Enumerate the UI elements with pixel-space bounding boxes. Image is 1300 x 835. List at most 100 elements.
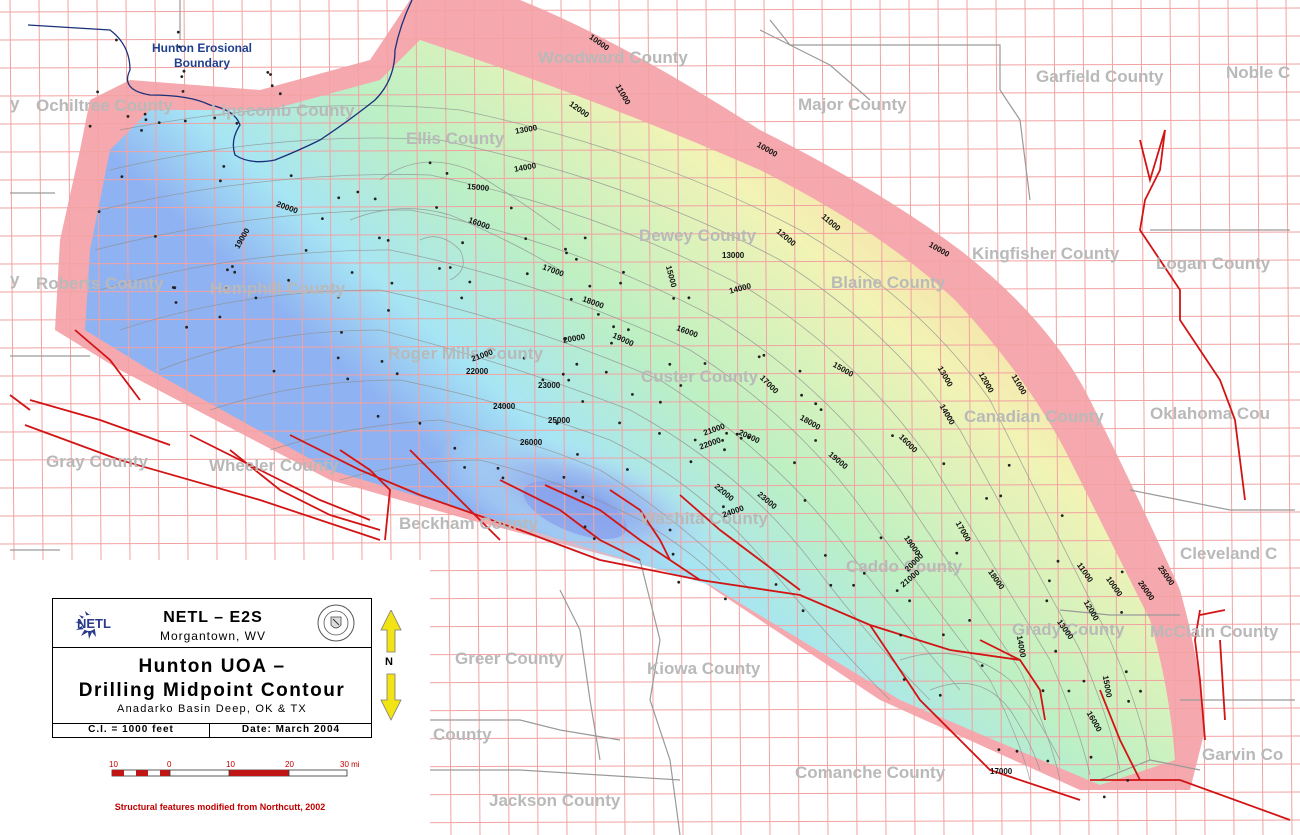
well-dot xyxy=(619,281,622,285)
well-dot xyxy=(942,462,946,466)
well-dot xyxy=(689,460,693,464)
well-dot xyxy=(219,179,222,183)
county-label: Kiowa County xyxy=(647,659,761,678)
well-dot xyxy=(1048,579,1051,583)
grid-line xyxy=(0,7,1300,13)
well-dot xyxy=(576,453,579,456)
well-dot xyxy=(622,270,625,274)
contour-label: 22000 xyxy=(466,367,489,376)
well-dot xyxy=(762,353,766,357)
contour-label: 13000 xyxy=(722,251,745,260)
county-label: Cleveland C xyxy=(1180,544,1278,563)
well-dot xyxy=(428,161,432,165)
well-dot xyxy=(120,175,124,179)
contour-label: 23000 xyxy=(538,381,561,390)
county-label: Custer County xyxy=(641,367,759,386)
well-dot xyxy=(501,476,505,480)
well-dot xyxy=(1127,699,1130,703)
map-title-line1: Hunton UOA – xyxy=(138,656,286,677)
county-label: Jackson County xyxy=(489,791,621,810)
well-dot xyxy=(272,369,276,373)
well-dot xyxy=(387,309,390,312)
well-dot xyxy=(226,268,229,272)
well-dot xyxy=(1054,649,1058,653)
erosional-boundary-label: Hunton Erosional Boundary xyxy=(152,41,252,70)
well-dot xyxy=(218,315,222,319)
well-dot xyxy=(604,370,608,374)
county-label: Canadian County xyxy=(964,407,1104,426)
well-dot xyxy=(356,190,360,194)
well-dot xyxy=(891,434,894,437)
well-dot xyxy=(693,438,697,442)
well-dot xyxy=(97,210,101,214)
well-dot xyxy=(346,377,350,381)
legend-footer: C.I. = 1000 feet Date: March 2004 xyxy=(53,723,371,738)
legend-header: NETL NETL – E2S Morgantown, WV xyxy=(53,599,371,648)
well-dot xyxy=(1120,611,1123,614)
well-dot xyxy=(803,499,807,502)
well-dot xyxy=(968,619,971,622)
well-dot xyxy=(144,118,148,122)
well-dot xyxy=(658,432,661,435)
grid-line xyxy=(1285,0,1293,835)
map-date: Date: March 2004 xyxy=(241,724,341,735)
well-dot xyxy=(677,580,681,584)
org-name: NETL – E2S xyxy=(163,609,263,626)
well-dot xyxy=(1139,689,1142,693)
well-dot xyxy=(1089,755,1093,759)
county-label: County xyxy=(433,725,492,744)
well-dot xyxy=(185,325,189,329)
well-dot xyxy=(115,38,118,42)
well-dot xyxy=(289,174,293,178)
svg-text:NETL: NETL xyxy=(77,616,111,631)
well-dot xyxy=(270,84,274,88)
county-label: Gray County xyxy=(46,452,149,471)
well-dot xyxy=(463,466,466,469)
well-dot xyxy=(373,197,377,201)
well-dot xyxy=(938,693,942,697)
well-dot xyxy=(1045,599,1049,603)
well-dot xyxy=(496,466,500,470)
well-dot xyxy=(509,206,513,210)
well-dot xyxy=(525,272,529,276)
well-dot xyxy=(671,552,675,556)
scale-label: 30 mi xyxy=(340,760,360,769)
map-subtitle: Anadarko Basin Deep, OK & TX xyxy=(117,703,307,715)
well-dot xyxy=(378,236,381,240)
well-dot xyxy=(445,172,449,175)
county-label: Garfield County xyxy=(1036,67,1164,86)
county-label: Ochiltree County xyxy=(36,96,173,115)
county-label: Greer County xyxy=(455,649,564,668)
well-dot xyxy=(340,331,343,334)
well-dot xyxy=(88,124,92,128)
well-dot xyxy=(222,165,226,168)
well-dot xyxy=(386,239,390,242)
contour-label: 24000 xyxy=(493,402,516,411)
well-dot xyxy=(800,393,803,397)
county-label: Beckham County xyxy=(399,514,538,533)
well-dot xyxy=(801,609,805,613)
well-dot xyxy=(171,286,175,289)
well-dot xyxy=(174,301,178,304)
well-dot xyxy=(631,393,634,396)
well-dot xyxy=(567,378,571,382)
well-dot xyxy=(793,461,796,465)
scale-label: 20 xyxy=(285,760,294,769)
well-dot xyxy=(588,284,592,288)
well-dot xyxy=(569,297,573,301)
well-dot xyxy=(672,297,675,300)
well-dot xyxy=(659,400,662,404)
well-dot xyxy=(96,90,99,94)
well-dot xyxy=(668,528,672,532)
contour-interval: C.I. = 1000 feet xyxy=(53,724,210,738)
well-dot xyxy=(565,251,568,255)
well-dot xyxy=(583,525,587,529)
well-dot xyxy=(757,355,761,359)
well-dot xyxy=(453,446,457,450)
well-dot xyxy=(278,92,282,96)
well-dot xyxy=(395,372,399,376)
well-dot xyxy=(725,431,728,435)
well-dot xyxy=(460,296,464,300)
well-dot xyxy=(231,265,234,268)
well-dot xyxy=(798,369,802,373)
